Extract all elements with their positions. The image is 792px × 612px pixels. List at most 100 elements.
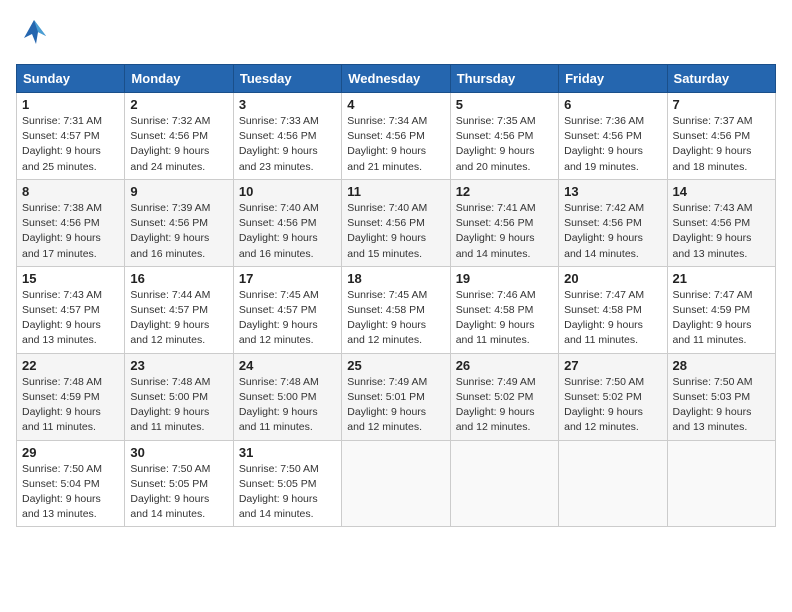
daylight-label: Daylight: 9 hours and 12 minutes. <box>347 319 426 346</box>
day-number: 27 <box>564 358 661 373</box>
sunset-label: Sunset: 4:59 PM <box>22 391 100 403</box>
day-info: Sunrise: 7:50 AM Sunset: 5:05 PM Dayligh… <box>239 462 336 523</box>
day-info: Sunrise: 7:45 AM Sunset: 4:58 PM Dayligh… <box>347 288 444 349</box>
daylight-label: Daylight: 9 hours and 13 minutes. <box>673 232 752 259</box>
day-info: Sunrise: 7:50 AM Sunset: 5:05 PM Dayligh… <box>130 462 227 523</box>
calendar-cell: 17 Sunrise: 7:45 AM Sunset: 4:57 PM Dayl… <box>233 266 341 353</box>
day-number: 18 <box>347 271 444 286</box>
calendar-header: SundayMondayTuesdayWednesdayThursdayFrid… <box>17 65 776 93</box>
sunrise-label: Sunrise: 7:33 AM <box>239 115 319 127</box>
daylight-label: Daylight: 9 hours and 13 minutes. <box>22 319 101 346</box>
calendar-cell: 30 Sunrise: 7:50 AM Sunset: 5:05 PM Dayl… <box>125 440 233 527</box>
day-info: Sunrise: 7:32 AM Sunset: 4:56 PM Dayligh… <box>130 114 227 175</box>
daylight-label: Daylight: 9 hours and 16 minutes. <box>239 232 318 259</box>
day-number: 1 <box>22 97 119 112</box>
day-info: Sunrise: 7:43 AM Sunset: 4:57 PM Dayligh… <box>22 288 119 349</box>
daylight-label: Daylight: 9 hours and 14 minutes. <box>130 493 209 520</box>
daylight-label: Daylight: 9 hours and 18 minutes. <box>673 145 752 172</box>
day-info: Sunrise: 7:46 AM Sunset: 4:58 PM Dayligh… <box>456 288 553 349</box>
day-info: Sunrise: 7:47 AM Sunset: 4:59 PM Dayligh… <box>673 288 770 349</box>
calendar-week-2: 8 Sunrise: 7:38 AM Sunset: 4:56 PM Dayli… <box>17 179 776 266</box>
sunrise-label: Sunrise: 7:48 AM <box>22 376 102 388</box>
daylight-label: Daylight: 9 hours and 11 minutes. <box>673 319 752 346</box>
logo-bird-icon <box>16 16 52 52</box>
sunset-label: Sunset: 4:57 PM <box>130 304 208 316</box>
sunset-label: Sunset: 4:56 PM <box>456 130 534 142</box>
day-number: 16 <box>130 271 227 286</box>
calendar-cell: 9 Sunrise: 7:39 AM Sunset: 4:56 PM Dayli… <box>125 179 233 266</box>
daylight-label: Daylight: 9 hours and 12 minutes. <box>456 406 535 433</box>
sunrise-label: Sunrise: 7:42 AM <box>564 202 644 214</box>
calendar-cell: 10 Sunrise: 7:40 AM Sunset: 4:56 PM Dayl… <box>233 179 341 266</box>
daylight-label: Daylight: 9 hours and 12 minutes. <box>347 406 426 433</box>
calendar-cell: 1 Sunrise: 7:31 AM Sunset: 4:57 PM Dayli… <box>17 93 125 180</box>
calendar-cell: 11 Sunrise: 7:40 AM Sunset: 4:56 PM Dayl… <box>342 179 450 266</box>
day-info: Sunrise: 7:31 AM Sunset: 4:57 PM Dayligh… <box>22 114 119 175</box>
sunset-label: Sunset: 4:58 PM <box>456 304 534 316</box>
daylight-label: Daylight: 9 hours and 23 minutes. <box>239 145 318 172</box>
day-info: Sunrise: 7:49 AM Sunset: 5:01 PM Dayligh… <box>347 375 444 436</box>
daylight-label: Daylight: 9 hours and 24 minutes. <box>130 145 209 172</box>
calendar-cell <box>559 440 667 527</box>
day-info: Sunrise: 7:43 AM Sunset: 4:56 PM Dayligh… <box>673 201 770 262</box>
day-number: 21 <box>673 271 770 286</box>
calendar-cell <box>342 440 450 527</box>
day-number: 12 <box>456 184 553 199</box>
day-info: Sunrise: 7:37 AM Sunset: 4:56 PM Dayligh… <box>673 114 770 175</box>
sunrise-label: Sunrise: 7:48 AM <box>130 376 210 388</box>
sunset-label: Sunset: 5:01 PM <box>347 391 425 403</box>
weekday-header-monday: Monday <box>125 65 233 93</box>
calendar-cell: 26 Sunrise: 7:49 AM Sunset: 5:02 PM Dayl… <box>450 353 558 440</box>
calendar-cell: 25 Sunrise: 7:49 AM Sunset: 5:01 PM Dayl… <box>342 353 450 440</box>
sunrise-label: Sunrise: 7:36 AM <box>564 115 644 127</box>
sunset-label: Sunset: 5:04 PM <box>22 478 100 490</box>
day-number: 6 <box>564 97 661 112</box>
day-info: Sunrise: 7:50 AM Sunset: 5:04 PM Dayligh… <box>22 462 119 523</box>
calendar-cell: 24 Sunrise: 7:48 AM Sunset: 5:00 PM Dayl… <box>233 353 341 440</box>
weekday-header-wednesday: Wednesday <box>342 65 450 93</box>
sunrise-label: Sunrise: 7:40 AM <box>239 202 319 214</box>
sunset-label: Sunset: 5:02 PM <box>456 391 534 403</box>
day-number: 5 <box>456 97 553 112</box>
calendar-cell: 31 Sunrise: 7:50 AM Sunset: 5:05 PM Dayl… <box>233 440 341 527</box>
day-info: Sunrise: 7:44 AM Sunset: 4:57 PM Dayligh… <box>130 288 227 349</box>
calendar-cell: 18 Sunrise: 7:45 AM Sunset: 4:58 PM Dayl… <box>342 266 450 353</box>
sunrise-label: Sunrise: 7:38 AM <box>22 202 102 214</box>
sunrise-label: Sunrise: 7:50 AM <box>239 463 319 475</box>
day-number: 7 <box>673 97 770 112</box>
daylight-label: Daylight: 9 hours and 21 minutes. <box>347 145 426 172</box>
sunrise-label: Sunrise: 7:50 AM <box>673 376 753 388</box>
daylight-label: Daylight: 9 hours and 13 minutes. <box>22 493 101 520</box>
calendar-week-3: 15 Sunrise: 7:43 AM Sunset: 4:57 PM Dayl… <box>17 266 776 353</box>
sunrise-label: Sunrise: 7:37 AM <box>673 115 753 127</box>
sunrise-label: Sunrise: 7:43 AM <box>673 202 753 214</box>
day-number: 26 <box>456 358 553 373</box>
sunset-label: Sunset: 5:03 PM <box>673 391 751 403</box>
calendar-week-4: 22 Sunrise: 7:48 AM Sunset: 4:59 PM Dayl… <box>17 353 776 440</box>
sunrise-label: Sunrise: 7:43 AM <box>22 289 102 301</box>
day-number: 15 <box>22 271 119 286</box>
day-info: Sunrise: 7:50 AM Sunset: 5:02 PM Dayligh… <box>564 375 661 436</box>
calendar-week-1: 1 Sunrise: 7:31 AM Sunset: 4:57 PM Dayli… <box>17 93 776 180</box>
sunset-label: Sunset: 4:58 PM <box>564 304 642 316</box>
sunset-label: Sunset: 5:00 PM <box>239 391 317 403</box>
daylight-label: Daylight: 9 hours and 13 minutes. <box>673 406 752 433</box>
daylight-label: Daylight: 9 hours and 14 minutes. <box>239 493 318 520</box>
sunset-label: Sunset: 4:58 PM <box>347 304 425 316</box>
sunset-label: Sunset: 4:56 PM <box>564 217 642 229</box>
calendar-cell: 12 Sunrise: 7:41 AM Sunset: 4:56 PM Dayl… <box>450 179 558 266</box>
calendar-table: SundayMondayTuesdayWednesdayThursdayFrid… <box>16 64 776 527</box>
daylight-label: Daylight: 9 hours and 11 minutes. <box>456 319 535 346</box>
day-number: 19 <box>456 271 553 286</box>
daylight-label: Daylight: 9 hours and 11 minutes. <box>239 406 318 433</box>
calendar-cell: 23 Sunrise: 7:48 AM Sunset: 5:00 PM Dayl… <box>125 353 233 440</box>
daylight-label: Daylight: 9 hours and 16 minutes. <box>130 232 209 259</box>
calendar-cell: 7 Sunrise: 7:37 AM Sunset: 4:56 PM Dayli… <box>667 93 775 180</box>
calendar-cell <box>450 440 558 527</box>
day-number: 14 <box>673 184 770 199</box>
sunset-label: Sunset: 5:02 PM <box>564 391 642 403</box>
day-number: 10 <box>239 184 336 199</box>
sunrise-label: Sunrise: 7:32 AM <box>130 115 210 127</box>
day-info: Sunrise: 7:33 AM Sunset: 4:56 PM Dayligh… <box>239 114 336 175</box>
calendar-cell: 6 Sunrise: 7:36 AM Sunset: 4:56 PM Dayli… <box>559 93 667 180</box>
